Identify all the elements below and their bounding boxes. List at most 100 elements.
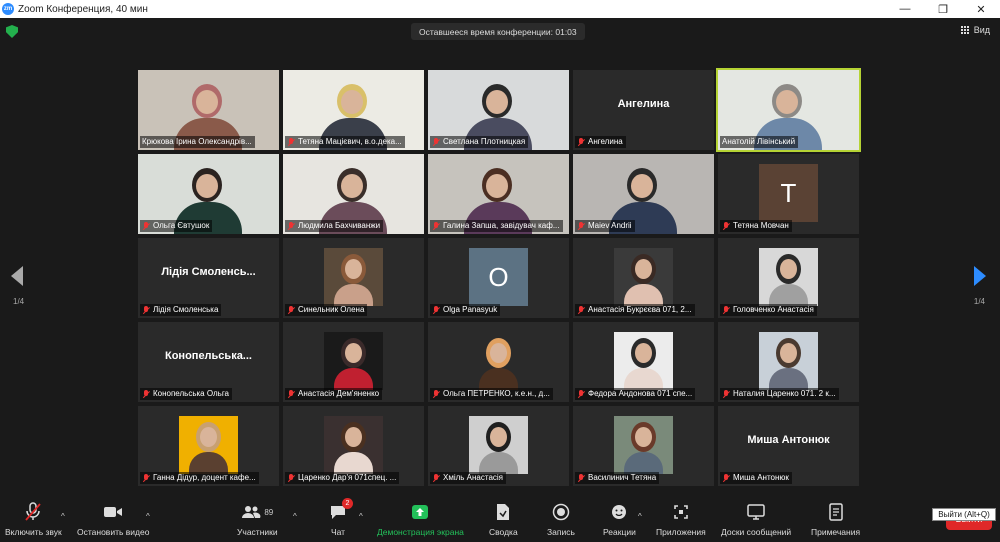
window-title: Zoom Конференция, 40 мин	[18, 3, 148, 15]
participant-name-label: Тетяна Мацієвич, в.о.дека...	[285, 136, 405, 148]
initial-avatar: O	[469, 248, 528, 306]
participant-tile[interactable]: Анастасія Дем'яненко	[283, 322, 424, 402]
participant-name: Тетяна Мацієвич, в.о.дека...	[298, 137, 402, 146]
participant-tile[interactable]: Ангелина Ангелина	[573, 70, 714, 150]
whiteboards-button[interactable]: Доски сообщений	[721, 502, 791, 537]
mic-muted-icon	[287, 221, 295, 231]
security-shield-icon[interactable]	[6, 25, 18, 38]
participant-tile[interactable]: Maiev Andrii	[573, 154, 714, 234]
participant-tile[interactable]: Анастасія Букрєєва 071, 2...	[573, 238, 714, 318]
mic-muted-icon	[287, 305, 295, 315]
participant-tile[interactable]: Лідія Смоленсь... Лідія Смоленська	[138, 238, 279, 318]
maximize-button[interactable]: ❐	[924, 0, 962, 18]
participant-tile[interactable]: Ганна Дідур, доцент кафе...	[138, 406, 279, 486]
zoom-app-icon: zm	[2, 3, 14, 15]
audio-options-caret-icon[interactable]: ^	[61, 512, 65, 521]
share-screen-button[interactable]: Демонстрация экрана	[377, 502, 464, 537]
participant-name-label: Людмила Бахчиванжи	[285, 220, 384, 232]
participant-name-label: Анастасія Дем'яненко	[285, 388, 383, 400]
view-label: Вид	[973, 25, 990, 35]
mic-muted-icon	[722, 473, 730, 483]
participant-name: Людмила Бахчиванжи	[298, 221, 381, 230]
view-button[interactable]: Вид	[960, 25, 990, 35]
profile-photo	[469, 332, 528, 390]
summary-icon	[496, 502, 510, 522]
share-screen-icon	[411, 502, 429, 522]
participant-tile[interactable]: Крюкова Ірина Олександрів...	[138, 70, 279, 150]
chat-button[interactable]: 2 Чат	[329, 498, 353, 537]
participant-tile[interactable]: Конопельська... Конопельська Ольга	[138, 322, 279, 402]
mic-muted-icon	[432, 221, 440, 231]
mic-muted-icon	[287, 473, 295, 483]
meeting-toolbar: Включить звук ^ Остановить видео ^ 89 Уч…	[0, 498, 1000, 542]
summary-button[interactable]: Сводка	[489, 502, 518, 537]
participant-name-label: Ольга Євтушок	[140, 220, 213, 232]
participant-name: Ганна Дідур, доцент кафе...	[153, 473, 256, 482]
mic-muted-icon	[142, 473, 150, 483]
participant-tile[interactable]: Миша Антонюк Миша Антонюк	[718, 406, 859, 486]
mic-muted-icon	[287, 389, 295, 399]
next-page-arrow-icon[interactable]	[974, 266, 986, 286]
participant-name: Миша Антонюк	[733, 473, 789, 482]
close-button[interactable]: ✕	[962, 0, 1000, 18]
video-options-caret-icon[interactable]: ^	[146, 512, 150, 521]
participant-tile[interactable]: Головченко Анастасія	[718, 238, 859, 318]
participant-tile[interactable]: Ольга Євтушок	[138, 154, 279, 234]
participants-button[interactable]: 89 Участники	[237, 502, 278, 537]
mic-muted-icon	[577, 221, 585, 231]
reactions-icon	[610, 502, 628, 522]
minimize-button[interactable]: —	[886, 0, 924, 18]
participant-tile[interactable]: Светлана Плотницкая	[428, 70, 569, 150]
participant-name: Наталия Царенко 071. 2 к...	[733, 389, 836, 398]
participant-tile[interactable]: T Тетяна Мовчан	[718, 154, 859, 234]
mic-muted-icon	[142, 221, 150, 231]
participant-tile[interactable]: Синельник Олена	[283, 238, 424, 318]
participant-name-label: Крюкова Ірина Олександрів...	[140, 136, 255, 148]
participant-name-label: Светлана Плотницкая	[430, 136, 529, 148]
record-icon	[552, 502, 570, 522]
apps-button[interactable]: Приложения	[656, 502, 706, 537]
grid-icon	[960, 25, 970, 35]
participant-name-label: Конопельська Ольга	[140, 388, 233, 400]
participant-name-label: Анатолій Лівінський	[720, 136, 799, 148]
participant-tile[interactable]: Царенко Дар'я 071спец. ...	[283, 406, 424, 486]
unmute-button[interactable]: Включить звук	[5, 502, 62, 537]
participant-tile[interactable]: Анатолій Лівінський	[716, 68, 861, 152]
participant-name: Ольга Євтушок	[153, 221, 210, 230]
leave-tooltip: Выйти (Alt+Q)	[932, 508, 996, 521]
participant-name-label: Царенко Дар'я 071спец. ...	[285, 472, 400, 484]
profile-photo	[324, 248, 383, 306]
participant-tile[interactable]: Хміль Анастасія	[428, 406, 569, 486]
participant-name-label: Olga Panasyuk	[430, 304, 501, 316]
participant-tile[interactable]: Людмила Бахчиванжи	[283, 154, 424, 234]
mic-muted-icon	[722, 389, 730, 399]
participants-caret-icon[interactable]: ^	[293, 512, 297, 521]
participant-name-label: Хміль Анастасія	[430, 472, 507, 484]
participant-tile[interactable]: Ольга ПЕТРЕНКО, к.е.н., д...	[428, 322, 569, 402]
reactions-caret-icon[interactable]: ^	[638, 512, 642, 521]
notes-button[interactable]: Примечания	[811, 502, 860, 537]
gallery-grid: Крюкова Ірина Олександрів... Тетяна Маціє…	[0, 46, 1000, 498]
notes-icon	[828, 502, 843, 522]
participant-name: Анастасія Букрєєва 071, 2...	[588, 305, 692, 314]
participant-tile[interactable]: Василинич Тетяна	[573, 406, 714, 486]
chat-caret-icon[interactable]: ^	[359, 512, 363, 521]
participant-tile[interactable]: O Olga Panasyuk	[428, 238, 569, 318]
record-button[interactable]: Запись	[547, 502, 575, 537]
participants-icon: 89	[241, 502, 273, 522]
participant-name: Лідія Смоленська	[153, 305, 219, 314]
participant-name: Olga Panasyuk	[443, 305, 498, 314]
participant-tile[interactable]: Федора Андонова 071 спе...	[573, 322, 714, 402]
participant-name: Крюкова Ірина Олександрів...	[142, 137, 252, 146]
participant-tile[interactable]: Наталия Царенко 071. 2 к...	[718, 322, 859, 402]
participant-name: Головченко Анастасія	[733, 305, 814, 314]
reactions-button[interactable]: Реакции	[603, 502, 636, 537]
stop-video-button[interactable]: Остановить видео	[77, 502, 149, 537]
participant-tile[interactable]: Тетяна Мацієвич, в.о.дека...	[283, 70, 424, 150]
mic-muted-icon	[577, 305, 585, 315]
participant-name: Синельник Олена	[298, 305, 365, 314]
participant-tile[interactable]: Галина Запша, завідувач каф...	[428, 154, 569, 234]
prev-page-arrow-icon[interactable]	[11, 266, 23, 286]
mic-muted-icon	[432, 473, 440, 483]
participant-name: Ольга ПЕТРЕНКО, к.е.н., д...	[443, 389, 550, 398]
